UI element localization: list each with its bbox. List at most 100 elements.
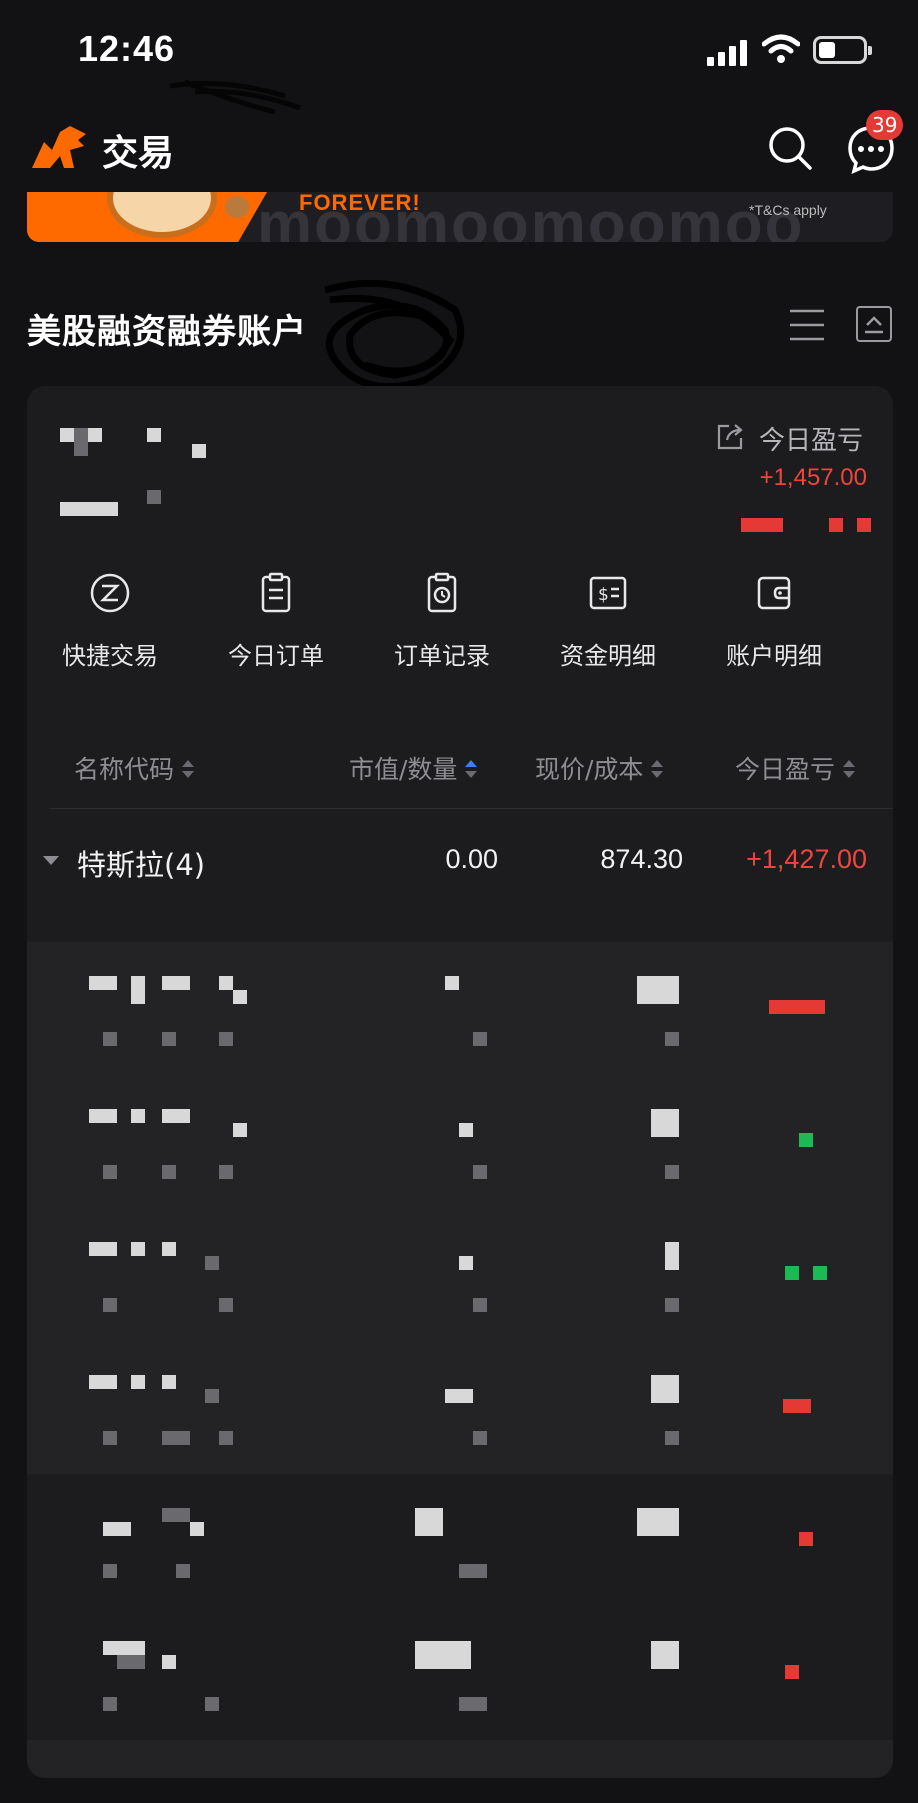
sort-icon — [651, 760, 664, 778]
redacted-pixel — [162, 1032, 176, 1046]
redacted-pixel — [89, 976, 117, 990]
redacted-pixel — [192, 444, 206, 458]
table-row[interactable] — [27, 1208, 893, 1341]
column-header-pnl[interactable]: 今日盈亏 — [735, 750, 856, 786]
redacted-pixel — [103, 1298, 117, 1312]
redacted-pixel — [60, 502, 118, 516]
redacted-pixel — [415, 1508, 443, 1536]
redacted-pixel — [415, 1641, 471, 1669]
redacted-pixel — [445, 1389, 473, 1403]
redacted-pixel — [665, 1032, 679, 1046]
redacted-pixel — [233, 1123, 247, 1137]
redacted-pixel — [162, 1242, 176, 1256]
redacted-pixel — [131, 1242, 145, 1256]
table-row[interactable] — [27, 1474, 893, 1607]
banner-headline: FOREVER! — [299, 192, 421, 215]
redacted-pixel — [219, 1431, 233, 1445]
today-pnl-value: +1,457.00 — [759, 464, 867, 491]
clipboard-icon — [261, 572, 291, 613]
redacted-pixel — [205, 1389, 219, 1403]
status-time: 12:46 — [78, 28, 176, 69]
redacted-pixel — [103, 1697, 117, 1711]
redacted-pixel — [190, 1522, 204, 1536]
redacted-pixel — [147, 428, 161, 442]
redacted-pixel — [219, 1032, 233, 1046]
search-icon[interactable] — [766, 124, 814, 172]
redacted-pixel — [857, 518, 871, 532]
redacted-pixel — [88, 428, 102, 442]
redacted-pixel — [117, 1655, 145, 1669]
quick-trade-icon — [90, 573, 130, 613]
redacted-pixel — [473, 1165, 487, 1179]
share-icon[interactable] — [715, 422, 745, 452]
redacted-pixel — [131, 1375, 145, 1389]
account-details-button[interactable]: 账户明细 — [691, 572, 857, 692]
status-bar: 12:46 — [0, 0, 918, 115]
redacted-pixel — [473, 1032, 487, 1046]
redacted-pixel — [103, 1564, 117, 1578]
redacted-pixel — [74, 442, 88, 456]
sort-icon — [182, 760, 195, 778]
fund-details-button[interactable]: $ 资金明细 — [525, 572, 691, 692]
battery-icon — [813, 36, 872, 64]
redacted-pixel — [651, 1375, 679, 1403]
position-group-row[interactable]: 特斯拉(4) 0.00 874.30 +1,427.00 — [27, 826, 893, 898]
redacted-pixel — [637, 976, 679, 1004]
redacted-pixel — [205, 1256, 219, 1270]
redacted-pixel — [783, 1399, 811, 1413]
redacted-pixel — [103, 1641, 145, 1655]
order-history-button[interactable]: 订单记录 — [359, 572, 525, 692]
collapse-triangle-icon[interactable] — [43, 856, 59, 865]
column-header-name[interactable]: 名称代码 — [74, 750, 195, 786]
sort-icon — [843, 760, 856, 778]
redacted-pixel — [651, 1641, 679, 1669]
redacted-pixel — [637, 1508, 679, 1536]
table-row[interactable] — [27, 1075, 893, 1208]
redacted-pixel — [176, 1564, 190, 1578]
group-today-pnl: +1,427.00 — [746, 844, 867, 874]
redacted-pixel — [459, 1123, 473, 1137]
group-market-value: 0.00 — [445, 844, 498, 874]
quick-trade-label: 快捷交易 — [62, 642, 158, 670]
menu-list-icon[interactable] — [788, 308, 826, 342]
message-count-badge: 39 — [866, 110, 904, 140]
redacted-pixel — [162, 1508, 190, 1522]
promo-banner[interactable]: moomoomoomoo FOREVER! *T&Cs apply — [27, 192, 893, 242]
redacted-pixel — [665, 1298, 679, 1312]
redacted-pixel — [162, 1109, 190, 1123]
today-orders-button[interactable]: 今日订单 — [193, 572, 359, 692]
order-history-label: 订单记录 — [394, 642, 490, 670]
account-card: 今日盈亏 +1,457.00 快捷交易 今日订单 订单记录 $ 资金明细 账户明… — [27, 386, 893, 1778]
redacted-pixel — [205, 1697, 219, 1711]
positions-table-header: 名称代码 市值/数量 现价/成本 今日盈亏 — [27, 742, 893, 792]
coin-graphic-small — [225, 196, 249, 218]
redacted-pixel — [219, 1298, 233, 1312]
redacted-pixel — [162, 1375, 176, 1389]
table-row[interactable] — [27, 1607, 893, 1740]
app-header: 交易 — [0, 110, 918, 190]
redacted-pixel — [459, 1697, 487, 1711]
table-row[interactable] — [27, 1341, 893, 1474]
collapse-icon[interactable] — [856, 306, 892, 342]
redacted-pixel — [103, 1165, 117, 1179]
wallet-icon — [757, 576, 791, 610]
redacted-pixel — [103, 1032, 117, 1046]
table-row[interactable] — [27, 942, 893, 1075]
redacted-pixel — [162, 1655, 176, 1669]
redacted-pixel — [74, 428, 88, 442]
redacted-pixel — [162, 976, 190, 990]
column-header-market-value[interactable]: 市值/数量 — [349, 750, 478, 786]
redacted-pixel — [162, 1431, 190, 1445]
account-title[interactable]: 美股融资融券账户 — [27, 304, 307, 353]
divider — [49, 808, 893, 809]
redacted-pixel — [219, 1165, 233, 1179]
redacted-pixel — [89, 1375, 117, 1389]
redacted-pixel — [799, 1532, 813, 1546]
money-icon: $ — [589, 576, 627, 610]
column-header-price[interactable]: 现价/成本 — [535, 750, 664, 786]
redacted-pixel — [459, 1564, 487, 1578]
redacted-pixel — [813, 1266, 827, 1280]
quick-trade-button[interactable]: 快捷交易 — [27, 572, 193, 692]
redacted-pixel — [147, 490, 161, 504]
redacted-pixel — [799, 1133, 813, 1147]
